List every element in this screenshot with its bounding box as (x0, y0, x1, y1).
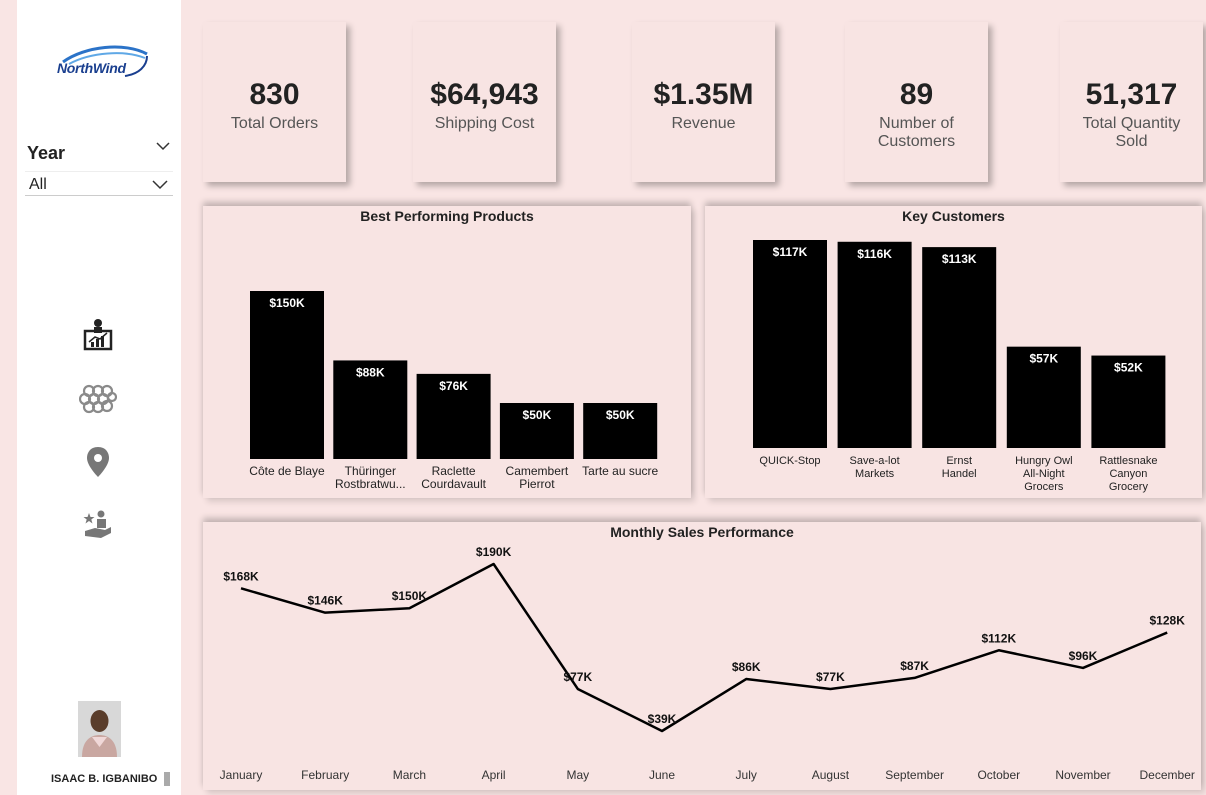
point-data-label: $87K (900, 659, 929, 673)
bar-data-label: $50K (523, 408, 552, 422)
category-label: Handel (942, 468, 977, 480)
northwind-logo: NorthWind (55, 44, 151, 84)
chevron-down-icon[interactable] (155, 140, 171, 152)
customer-hand-icon[interactable] (83, 509, 113, 541)
point-data-label: $168K (223, 569, 259, 583)
category-label: Hungry Owl (1015, 455, 1072, 467)
kpi-value: 51,317 (1085, 78, 1178, 111)
month-tick-label: November (1055, 768, 1110, 782)
kpi-card-revenue: $1.35M Revenue (632, 22, 775, 182)
month-tick-label: June (649, 768, 675, 782)
point-data-label: $112K (981, 631, 1016, 645)
category-label: Thüringer (345, 464, 396, 478)
point-data-label: $77K (816, 670, 845, 684)
kpi-value: 830 (249, 78, 300, 111)
kpi-label: Shipping Cost (434, 115, 535, 132)
category-label: Raclette (432, 464, 476, 478)
category-label: Canyon (1109, 468, 1147, 480)
month-tick-label: May (566, 768, 589, 782)
bar (250, 291, 324, 459)
presentation-chart-icon[interactable] (83, 318, 113, 351)
bar (837, 241, 912, 448)
point-data-label: $39K (648, 712, 677, 726)
point-data-label: $77K (563, 670, 592, 684)
month-tick-label: September (885, 768, 944, 782)
point-data-label: $150K (392, 589, 428, 603)
bar-data-label: $116K (857, 247, 892, 261)
category-label: Côte de Blaye (249, 464, 325, 478)
bar-data-label: $150K (269, 296, 305, 310)
kpi-card-shipping-cost: $64,943 Shipping Cost (413, 22, 556, 182)
best-products-panel: Best Performing Products $150K Côte de Bl… (203, 206, 691, 498)
month-tick-label: March (393, 768, 426, 782)
bar-data-label: $57K (1029, 352, 1058, 366)
category-label: QUICK-Stop (759, 455, 820, 467)
point-data-label: $128K (1150, 614, 1186, 628)
key-customers-chart: $117K QUICK-Stop $116K Save-a-lotMarkets $11… (753, 240, 1166, 493)
category-label: Courdavault (421, 477, 486, 491)
kpi-card-number-of-customers: 89 Number of Customers (845, 22, 988, 182)
category-label: Ernst (946, 455, 972, 467)
bar-data-label: $76K (439, 379, 468, 393)
year-dropdown-value: All (29, 176, 47, 193)
category-label: Grocery (1109, 481, 1149, 493)
kpi-value: $1.35M (653, 78, 754, 111)
bar-data-label: $50K (606, 408, 635, 422)
network-grid-icon[interactable] (78, 383, 118, 415)
kpi-value: 89 (899, 78, 934, 111)
kpi-label: Total Orders (230, 115, 319, 132)
month-tick-label: January (220, 768, 263, 782)
sidebar: NorthWind Year All ISAAC B. IGBANIBO (17, 0, 181, 795)
month-tick-label: April (482, 768, 506, 782)
category-label: All-Night (1023, 468, 1065, 480)
sales-line (240, 562, 1168, 733)
bar (922, 247, 997, 448)
scroll-marker (164, 772, 170, 786)
kpi-value: $64,943 (430, 78, 539, 111)
category-label: Camembert (506, 464, 569, 478)
category-label: Grocers (1024, 481, 1064, 493)
category-label: Pierrot (519, 477, 555, 491)
bar-data-label: $117K (773, 245, 808, 259)
bar (753, 240, 827, 448)
month-tick-label: February (301, 768, 349, 782)
bar-data-label: $88K (356, 365, 385, 379)
category-label: Tarte au sucre (582, 464, 658, 478)
kpi-label: Number of Customers (877, 115, 956, 150)
point-data-label: $146K (308, 594, 344, 608)
bar-data-label: $113K (942, 252, 977, 266)
kpi-card-total-quantity-sold: 51,317 Total Quantity Sold (1060, 22, 1203, 182)
category-label: Rattlesnake (1099, 455, 1157, 467)
best-products-chart: $150K Côte de Blaye $88K ThüringerRostbratw… (249, 291, 659, 491)
point-data-label: $96K (1069, 649, 1098, 663)
kpi-card-total-orders: 830 Total Orders (203, 22, 346, 182)
year-filter-label: Year (27, 143, 66, 163)
category-label: Rostbratwu... (335, 477, 406, 491)
category-label: Save-a-lot (850, 455, 900, 467)
author-name: ISAAC B. IGBANIBO (51, 773, 158, 785)
month-tick-label: December (1140, 768, 1195, 782)
kpi-label: Revenue (671, 115, 736, 132)
logo-text: NorthWind (57, 60, 126, 76)
category-label: Markets (855, 468, 895, 480)
monthly-sales-chart: $168K January $146K February $150K March $190K… (220, 545, 1195, 782)
avatar (78, 701, 121, 757)
month-tick-label: October (977, 768, 1020, 782)
month-tick-label: August (812, 768, 850, 782)
key-customers-panel: Key Customers $117K QUICK-Stop $116K Save-a… (705, 206, 1202, 498)
year-dropdown[interactable]: All (25, 171, 173, 196)
monthly-sales-panel: Monthly Sales Performance $168K January $1… (203, 522, 1201, 790)
point-data-label: $190K (476, 545, 512, 559)
bar-data-label: $52K (1114, 361, 1143, 375)
location-pin-icon[interactable] (83, 446, 113, 478)
month-tick-label: July (736, 768, 757, 782)
kpi-label: Total Quantity Sold (1082, 115, 1181, 150)
point-data-label: $86K (732, 660, 761, 674)
chevron-down-icon (152, 180, 168, 190)
